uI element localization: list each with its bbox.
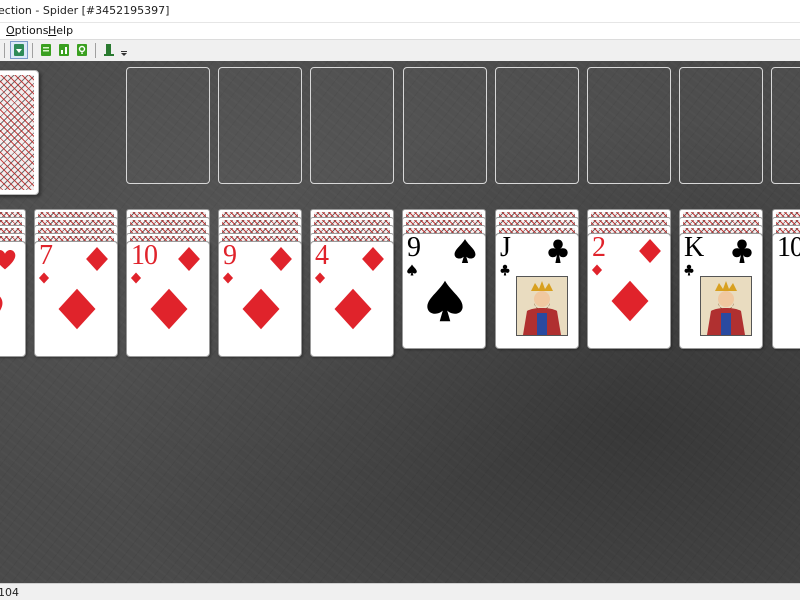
toolbar-overflow-button[interactable] [120, 42, 128, 58]
deal-button[interactable] [10, 41, 28, 59]
game-table[interactable]: 7 10 9 4 9 J 2 K 10 [0, 61, 800, 583]
card-rank: 10 [131, 241, 158, 271]
card-rank: K [684, 233, 704, 263]
hearts-icon [0, 250, 16, 270]
statistics-button[interactable] [56, 42, 72, 58]
foundation-slot [310, 67, 395, 184]
foundation-slot [494, 67, 579, 184]
tableau-card[interactable]: 4 [310, 241, 394, 357]
tableau-card[interactable]: J [495, 233, 579, 349]
card-rank: J [500, 233, 511, 263]
diamonds-icon [130, 272, 142, 284]
toolbar-separator [32, 43, 33, 58]
toolbar [0, 39, 800, 62]
clubs-icon [548, 239, 568, 263]
diamonds-icon [591, 264, 603, 276]
card-rank: 4 [315, 241, 329, 271]
menu-help[interactable]: Help [48, 24, 73, 37]
card-back [0, 75, 34, 190]
status-bar: -104 [0, 583, 800, 600]
king-portrait-icon [517, 277, 567, 335]
foundation-slot [587, 67, 671, 184]
clubs-icon [732, 239, 752, 263]
court-card-portrait [700, 276, 752, 336]
diamonds-icon [270, 247, 292, 271]
clubs-icon [684, 264, 694, 276]
foundation-slot [218, 67, 303, 184]
diamonds-icon [150, 288, 188, 330]
menu-options[interactable]: Options [6, 24, 48, 37]
statistics-icon [59, 44, 69, 56]
court-card-portrait [516, 276, 568, 336]
card-rank: 9 [407, 233, 421, 263]
undo-button[interactable] [101, 42, 117, 58]
toolbar-separator [4, 43, 5, 58]
diamonds-icon [38, 272, 50, 284]
diamonds-icon [314, 272, 326, 284]
new-game-icon [41, 44, 51, 56]
diamonds-icon [334, 288, 372, 330]
diamonds-icon [242, 288, 280, 330]
tableau-card[interactable]: 10 [126, 241, 210, 357]
clubs-icon [500, 264, 510, 276]
foundation-slot [679, 67, 764, 184]
menu-options-label: ptions [14, 24, 49, 37]
foundation-slot [771, 67, 800, 184]
tableau-card[interactable]: 10 [772, 233, 800, 349]
deal-icon [14, 44, 24, 56]
tableau-card[interactable]: 2 [587, 233, 671, 349]
card-rank: 9 [223, 241, 237, 271]
diamonds-icon [222, 272, 234, 284]
chevron-down-icon [121, 51, 127, 56]
new-game-button[interactable] [38, 42, 54, 58]
status-text: -104 [0, 586, 19, 599]
tableau-card[interactable] [0, 241, 26, 357]
spades-icon [454, 239, 476, 263]
spades-icon [407, 264, 417, 276]
diamonds-icon [58, 288, 96, 330]
stock-pile[interactable] [0, 70, 39, 195]
diamonds-icon [639, 239, 661, 263]
diamonds-icon [86, 247, 108, 271]
card-rank: 2 [592, 233, 606, 263]
hearts-icon [0, 296, 3, 311]
spades-icon [427, 280, 463, 322]
hint-icon [77, 44, 87, 56]
toolbar-separator [95, 43, 96, 58]
title-bar: ection - Spider [#3452195397] [0, 0, 800, 23]
card-rank: 10 [777, 233, 800, 263]
menu-options-mnemonic: O [6, 24, 15, 37]
tableau-card[interactable]: 9 [218, 241, 302, 357]
diamonds-icon [362, 247, 384, 271]
menu-bar: Options Help [0, 23, 800, 39]
diamonds-icon [611, 280, 649, 322]
undo-icon [104, 44, 114, 56]
tableau-card[interactable]: K [679, 233, 763, 349]
menu-help-label: elp [56, 24, 74, 37]
card-rank: 7 [39, 241, 53, 271]
window-title: ection - Spider [#3452195397] [0, 4, 170, 17]
tableau-card[interactable]: 9 [402, 233, 486, 349]
hint-button[interactable] [74, 42, 90, 58]
tableau-card[interactable]: 7 [34, 241, 118, 357]
diamonds-icon [178, 247, 200, 271]
foundation-slot [126, 67, 210, 184]
foundation-slot [402, 67, 487, 184]
king-portrait-icon [701, 277, 751, 335]
